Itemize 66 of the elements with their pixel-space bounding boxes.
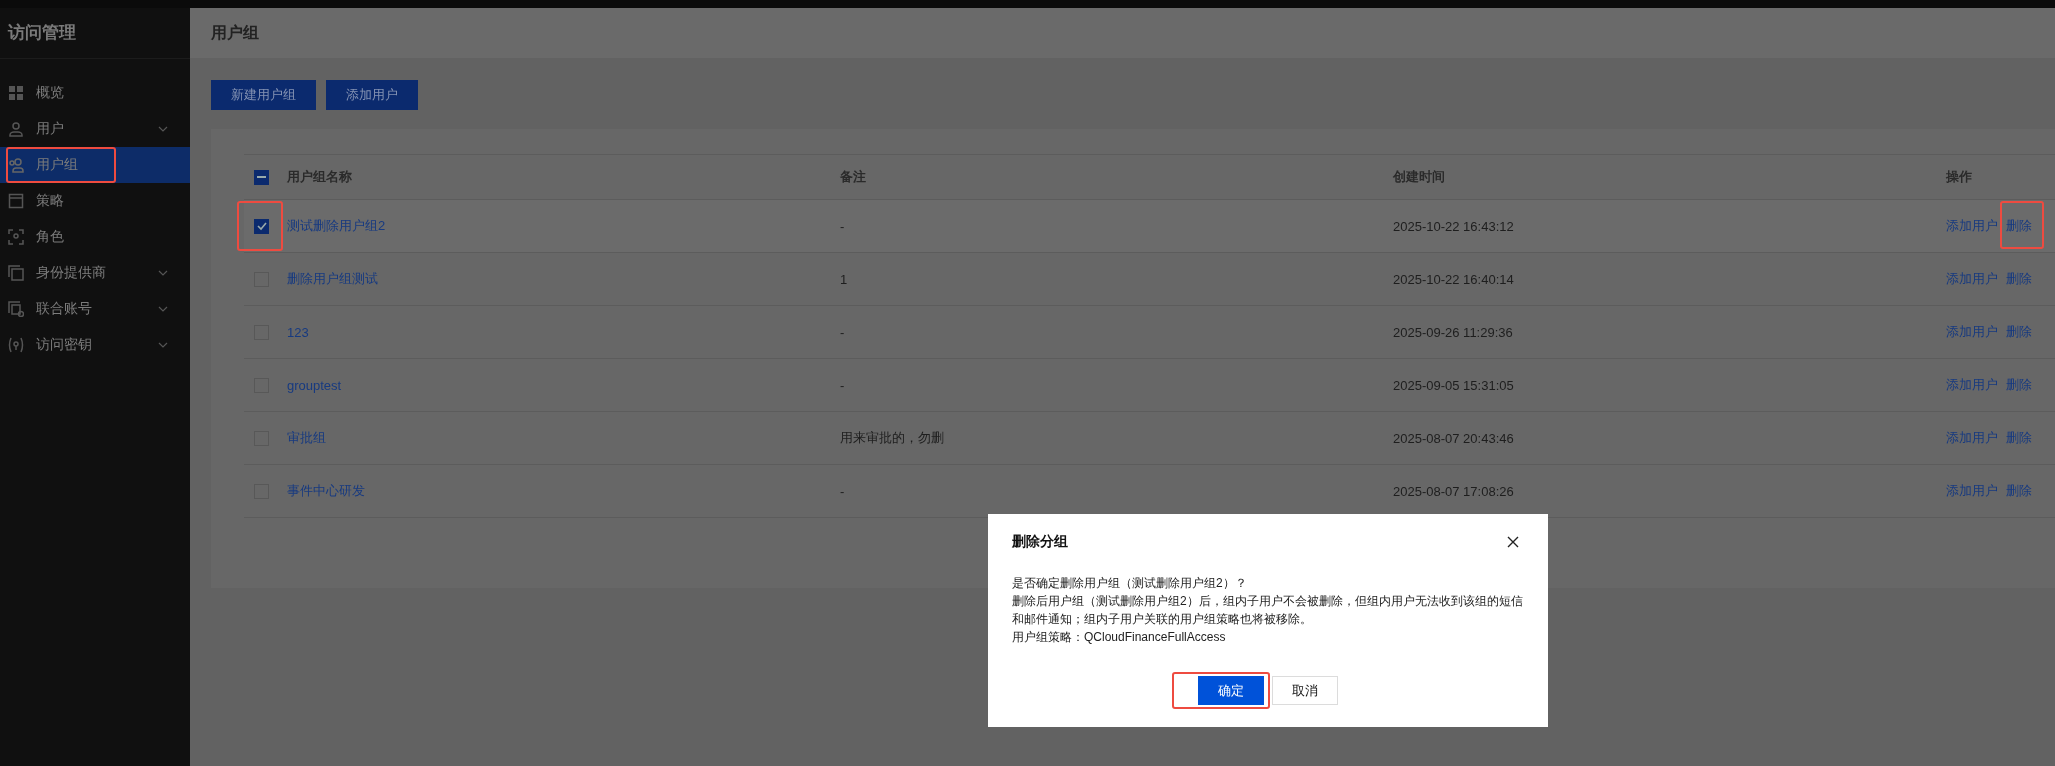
menu-icon xyxy=(8,265,24,281)
created-time: 2025-09-05 15:31:05 xyxy=(1393,377,1514,393)
action-link[interactable]: 添加用户 xyxy=(1946,377,1998,392)
note-text: - xyxy=(840,218,845,234)
dialog-text: 用户组策略：QCloudFinanceFullAccess xyxy=(1012,629,1227,646)
sidebar-item[interactable]: 用户 xyxy=(0,111,190,147)
group-name-link[interactable]: grouptest xyxy=(287,377,342,393)
action-link[interactable]: 删除 xyxy=(2006,271,2032,286)
toolbar-button[interactable]: 新建用户组 xyxy=(211,80,316,110)
created-time: 2025-08-07 17:08:26 xyxy=(1393,483,1514,499)
menu-icon xyxy=(8,229,24,245)
sidebar-item[interactable]: 访问密钥 xyxy=(0,327,190,363)
action-link[interactable]: 删除 xyxy=(2006,430,2032,445)
action-link[interactable]: 添加用户 xyxy=(1946,483,1998,498)
menu-icon xyxy=(8,85,24,101)
menu-icon xyxy=(8,157,24,173)
note-text: - xyxy=(840,483,845,499)
sidebar-item[interactable]: 联合账号 xyxy=(0,291,190,327)
action-link[interactable]: 添加用户 xyxy=(1946,271,1998,286)
dialog-button[interactable]: 确定 xyxy=(1197,676,1264,705)
chevron-down-icon xyxy=(158,342,168,348)
close-icon[interactable] xyxy=(1507,536,1519,548)
chevron-down-icon xyxy=(158,126,168,132)
group-name-link[interactable]: 审批组 xyxy=(287,430,326,445)
sidebar-item[interactable]: 用户组 xyxy=(0,147,190,183)
dialog-button[interactable]: 取消 xyxy=(1271,676,1338,705)
chevron-down-icon xyxy=(158,306,168,312)
note-text: - xyxy=(840,324,845,340)
sidebar-item[interactable]: 身份提供商 xyxy=(0,255,190,291)
menu-icon xyxy=(8,337,24,353)
action-link[interactable]: 添加用户 xyxy=(1946,218,1998,233)
action-link[interactable]: 删除 xyxy=(2006,483,2032,498)
dialog-text: 删除后用户组（测试删除用户组2）后，组内子用户不会被删除，但组内用户无法收到该组的短信和邮件通知；组内子用户关联的用户组策略也将被移除。 xyxy=(1012,593,1523,628)
chevron-down-icon xyxy=(158,270,168,276)
row-checkbox[interactable] xyxy=(254,218,269,234)
group-name-link[interactable]: 删除用户组测试 xyxy=(287,271,378,286)
group-name-link[interactable]: 事件中心研发 xyxy=(287,483,365,498)
group-name-link[interactable]: 123 xyxy=(287,324,309,340)
column-header: 操作 xyxy=(1946,169,1972,184)
created-time: 2025-10-22 16:43:12 xyxy=(1393,218,1514,234)
menu-icon xyxy=(8,193,24,209)
created-time: 2025-09-26 11:29:36 xyxy=(1393,324,1513,340)
note-text: - xyxy=(840,377,845,393)
group-name-link[interactable]: 测试删除用户组2 xyxy=(287,218,386,233)
sidebar-item[interactable]: 角色 xyxy=(0,219,190,255)
note-text: 用来审批的，勿删 xyxy=(840,430,944,445)
select-all-checkbox[interactable] xyxy=(254,169,269,185)
dialog-title: 删除分组 xyxy=(1012,533,1068,551)
note-text: 1 xyxy=(840,271,848,287)
action-link[interactable]: 删除 xyxy=(2006,377,2032,392)
created-time: 2025-08-07 20:43:46 xyxy=(1393,430,1514,446)
dialog-text: 是否确定删除用户组（测试删除用户组2）？ xyxy=(1012,575,1248,592)
column-header: 备注 xyxy=(840,169,866,184)
toolbar-button[interactable]: 添加用户 xyxy=(326,80,418,110)
action-link[interactable]: 添加用户 xyxy=(1946,324,1998,339)
created-time: 2025-10-22 16:40:14 xyxy=(1393,271,1514,287)
sidebar-item[interactable]: 策略 xyxy=(0,183,190,219)
menu-icon xyxy=(8,121,24,137)
action-link[interactable]: 添加用户 xyxy=(1946,430,1998,445)
action-link[interactable]: 删除 xyxy=(2006,324,2032,339)
action-link[interactable]: 删除 xyxy=(2006,218,2032,233)
page-title: 用户组 xyxy=(211,22,259,43)
column-header: 用户组名称 xyxy=(287,169,352,184)
column-header: 创建时间 xyxy=(1393,169,1445,184)
menu-icon xyxy=(8,301,24,317)
sidebar-item[interactable]: 概览 xyxy=(0,75,190,111)
